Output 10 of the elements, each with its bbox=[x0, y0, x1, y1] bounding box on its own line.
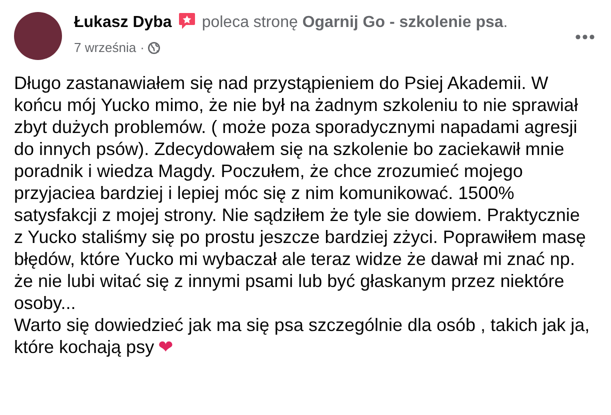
post-text: Warto się dowiedzieć jak ma się psa szczególnie dla osób , takich jak ja, które kochają psy ❤ bbox=[14, 315, 591, 357]
globe-icon[interactable] bbox=[148, 42, 160, 54]
more-options-icon[interactable] bbox=[575, 34, 595, 40]
recommendation-text: poleca stronę Ogarnij Go - szkolenie psa. bbox=[202, 14, 508, 31]
post-text: Długo zastanawiałem się nad przystąpieniem do Psiej Akademii. W końcu mój Yucko mimo, że nie był na żadnym szkoleniu to nie sprawiał zbyt dużych problemów. ( może poza sporadycznymi napadami agresji do innych psów). Zdecydowałem się na szkolenie bo zaciekawił mnie poradnik i wiedza Magdy. Poczułem, że chce zrozumieć mojego przyjaciea bardziej i lepiej móc się z nim komunikować. 1500% satysfakcji z mojej strony. Nie sądziłem że tyle sie dowiem. Praktycznie z Yucko staliśmy się po prostu jeszcze bardziej zżyci. Poprawiłem masę błędów, które Yucko mi wybaczał ale teraz widze że dawał mi znać np. że nie lubi witać się z innymi psami lub być głaskanym przez niektóre osoby... bbox=[14, 73, 587, 313]
avatar-photo-placeholder[interactable] bbox=[14, 12, 62, 60]
separator-dot: · bbox=[140, 39, 144, 57]
recommendation-icon bbox=[178, 12, 196, 30]
author-link[interactable]: Łukasz Dyba bbox=[74, 14, 172, 31]
post-date[interactable]: 7 września bbox=[74, 38, 136, 58]
